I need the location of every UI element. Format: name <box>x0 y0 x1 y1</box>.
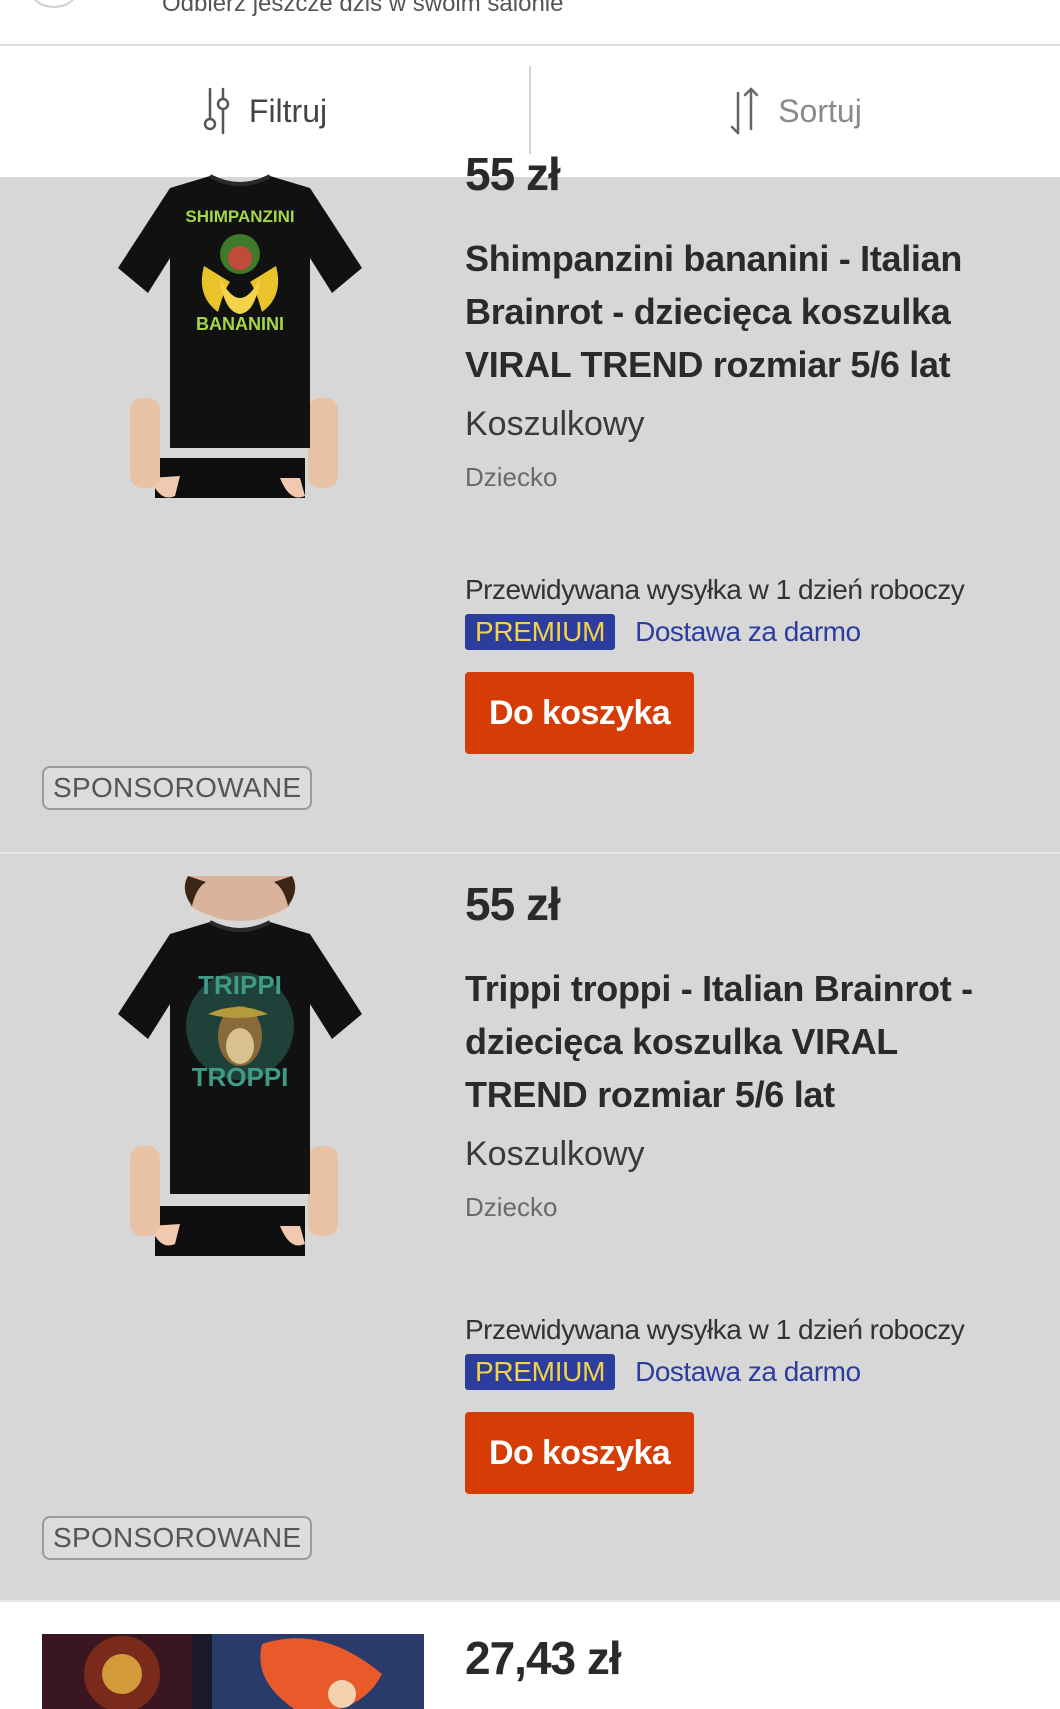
delivery-badges: PREMIUM Dostawa za darmo <box>465 614 964 650</box>
sponsored-badge: SPONSOROWANE <box>42 1516 313 1560</box>
product-price: 55 zł <box>465 148 561 200</box>
product-card[interactable]: TRIPPI TROPPI 55 zł Trippi troppi - Ital… <box>0 854 1060 1602</box>
product-title[interactable]: Trippi troppi - Italian Brainrot - dziec… <box>465 962 1025 1121</box>
free-delivery-label: Dostawa za darmo <box>635 616 861 647</box>
product-image[interactable]: SHIMPANZINI BANANINI <box>100 158 380 498</box>
premium-badge: PREMIUM <box>465 614 616 650</box>
product-category: Dziecko <box>465 462 558 492</box>
filter-label: Filtruj <box>248 92 328 129</box>
store-pickup-text: Odbierz jeszcze dziś w swoim salonie <box>162 0 564 17</box>
premium-badge: PREMIUM <box>465 1354 616 1390</box>
delivery-badges: PREMIUM Dostawa za darmo <box>465 1354 964 1390</box>
shirt-print-top: TRIPPI <box>198 970 282 1000</box>
product-brand[interactable]: Koszulkowy <box>465 399 1025 449</box>
product-title[interactable]: Shimpanzini bananini - Italian Brainrot … <box>465 232 1025 391</box>
shirt-print-bottom: BANANINI <box>196 314 284 334</box>
product-card[interactable]: SHIMPANZINI BANANINI 55 zł Shimpanzini b… <box>0 148 1060 854</box>
product-price: 27,43 zł <box>465 1632 622 1684</box>
product-list: SHIMPANZINI BANANINI 55 zł Shimpanzini b… <box>0 148 1060 1709</box>
store-icon <box>30 0 78 8</box>
shipping-estimate: Przewidywana wysyłka w 1 dzień roboczy <box>465 574 965 605</box>
product-delivery: Przewidywana wysyłka w 1 dzień roboczy P… <box>465 574 965 754</box>
filter-button[interactable]: Filtruj <box>0 46 528 176</box>
store-pickup-banner[interactable]: Odbierz jeszcze dziś w swoim salonie <box>0 0 1060 46</box>
shipping-estimate: Przewidywana wysyłka w 1 dzień roboczy <box>465 1314 965 1345</box>
sponsored-badge: SPONSOROWANE <box>42 766 313 810</box>
product-category: Dziecko <box>465 1192 558 1222</box>
free-delivery-label: Dostawa za darmo <box>635 1356 861 1387</box>
product-info: 55 zł Shimpanzini bananini - Italian Bra… <box>465 138 1025 497</box>
filter-sliders-icon <box>201 87 231 135</box>
add-to-cart-button[interactable]: Do koszyka <box>465 672 695 754</box>
product-brand[interactable]: Koszulkowy <box>465 1129 1025 1179</box>
product-info: 55 zł Trippi troppi - Italian Brainrot -… <box>465 854 1025 1227</box>
sort-label: Sortuj <box>778 92 862 129</box>
add-to-cart-button[interactable]: Do koszyka <box>465 1412 695 1494</box>
product-image[interactable]: TRIPPI TROPPI <box>100 876 380 1256</box>
product-card[interactable]: 27,43 zł <box>0 1602 1060 1709</box>
product-listing-page: Odbierz jeszcze dziś w swoim salonie Fil… <box>0 0 1060 1709</box>
product-price: 55 zł <box>465 878 561 930</box>
product-delivery: Przewidywana wysyłka w 1 dzień roboczy P… <box>465 1314 965 1494</box>
shirt-print-top: SHIMPANZINI <box>185 207 294 226</box>
shirt-print-bottom: TROPPI <box>192 1062 289 1092</box>
product-image[interactable] <box>42 1634 424 1709</box>
sort-arrows-icon <box>730 87 760 135</box>
